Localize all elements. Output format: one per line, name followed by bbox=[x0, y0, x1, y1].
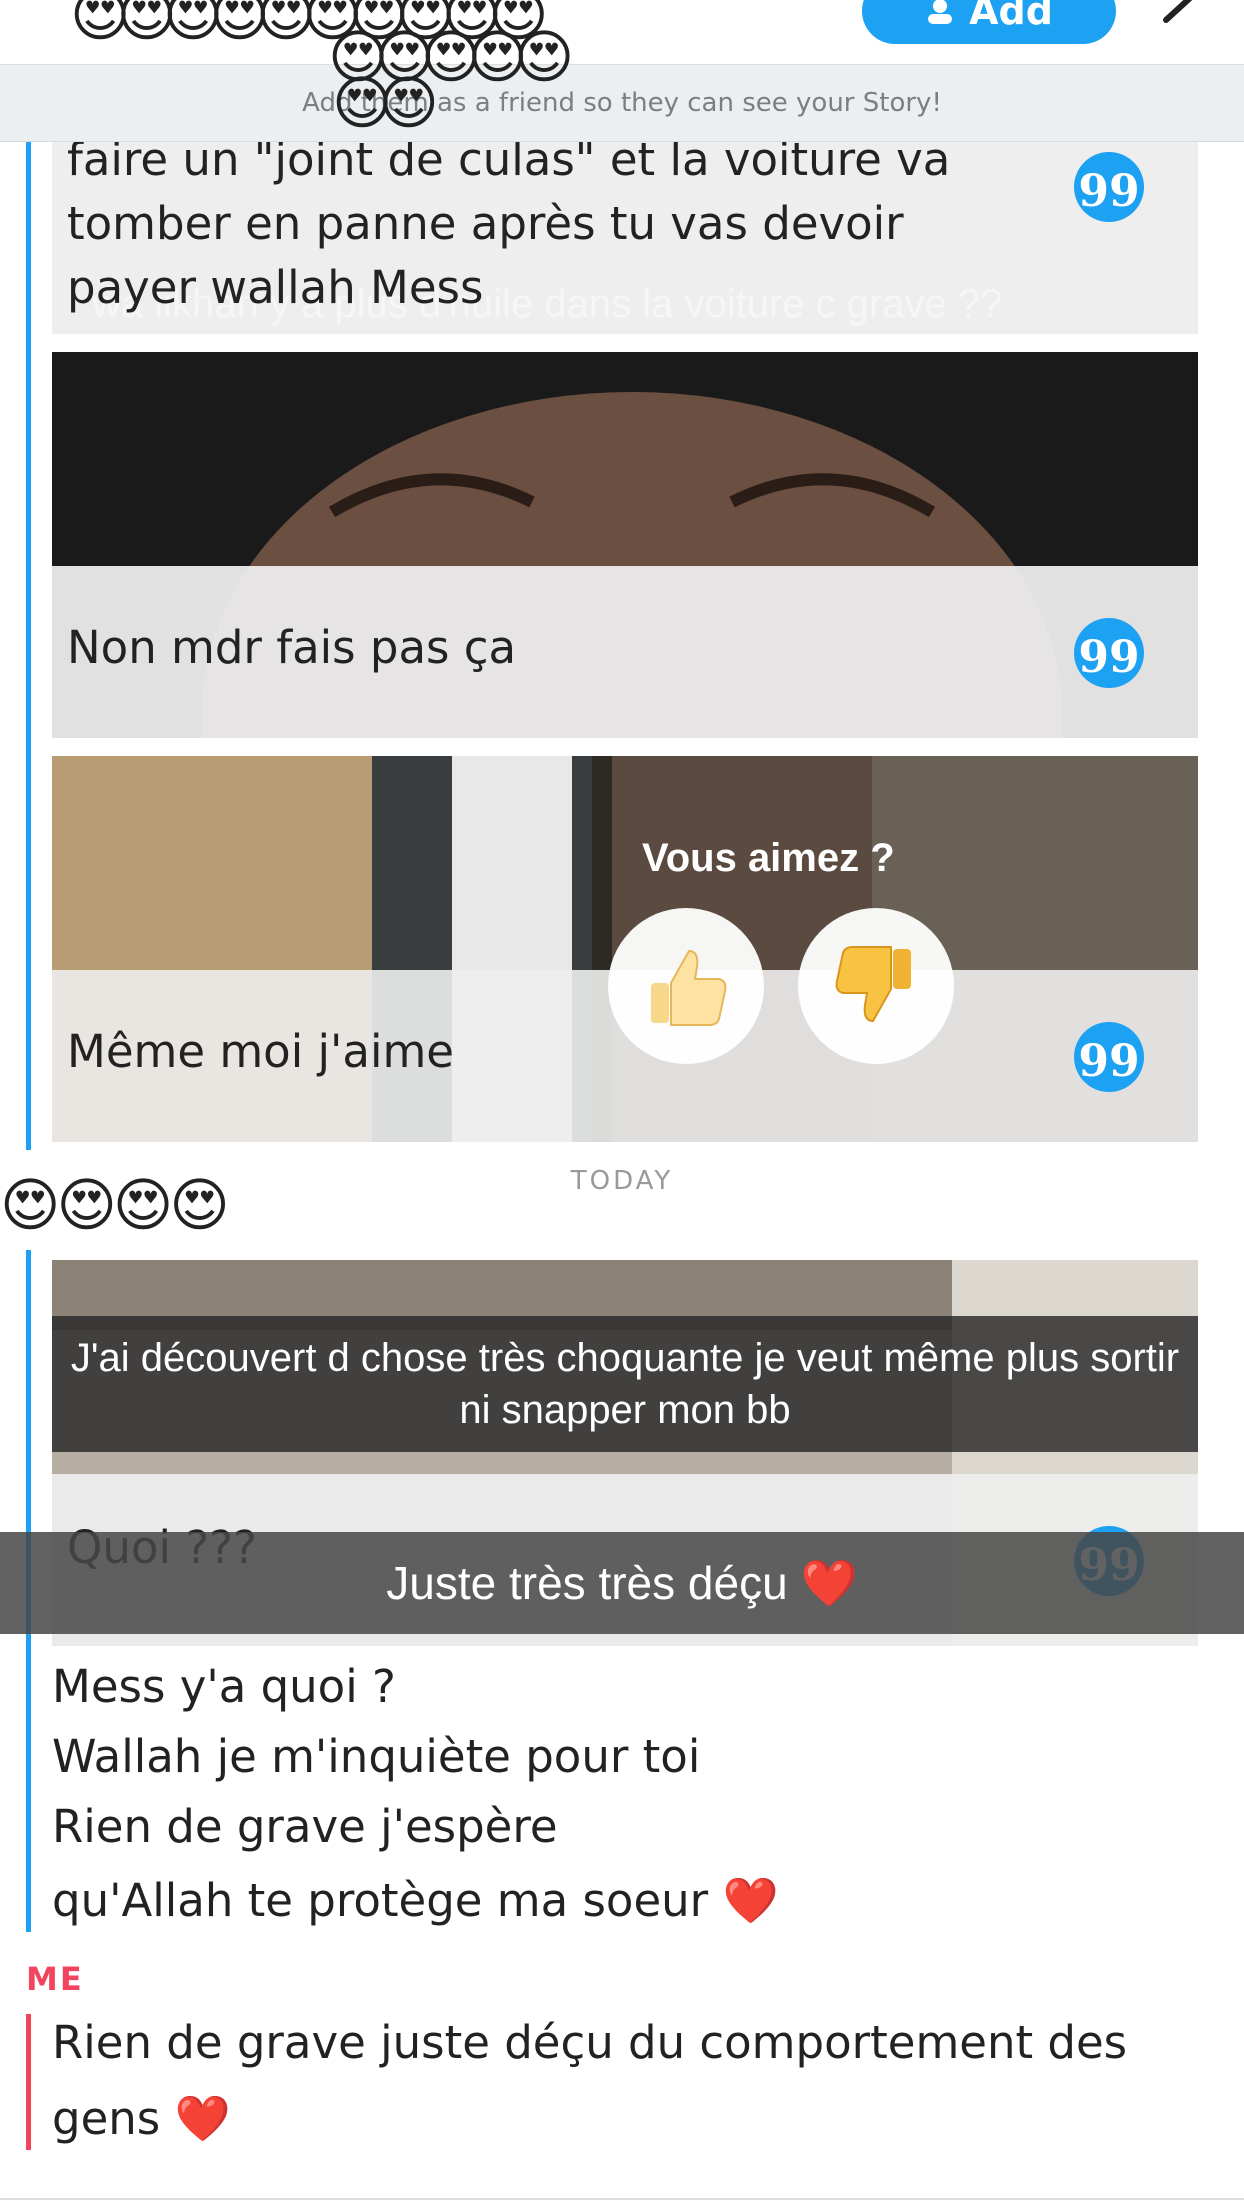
snap-caption: J'ai découvert d chose très choquante je… bbox=[52, 1316, 1198, 1452]
quote-reply-icon[interactable]: 99 bbox=[1074, 152, 1144, 222]
chat-message[interactable]: gens ❤️ bbox=[52, 2092, 231, 2145]
chevron-icon[interactable] bbox=[1160, 0, 1200, 30]
chat-message[interactable]: Mess y'a quoi ? bbox=[52, 1660, 396, 1713]
poll-question: Vous aimez ? bbox=[642, 836, 895, 880]
message-text: Non mdr fais pas ça bbox=[67, 621, 517, 674]
quote-reply-icon[interactable]: 99 bbox=[1074, 1022, 1144, 1092]
add-person-icon bbox=[928, 0, 953, 24]
chat-message[interactable]: Wallah je m'inquiète pour toi bbox=[52, 1730, 700, 1783]
add-friend-button[interactable]: Add bbox=[862, 0, 1116, 44]
add-button-label: Add bbox=[969, 0, 1053, 33]
story-notice: Add them as a friend so they can see you… bbox=[0, 65, 1244, 142]
divider bbox=[0, 2198, 1244, 2200]
snap-caption-text: J'ai découvert d chose très choquante je… bbox=[70, 1336, 1180, 1432]
thumbs-down-icon bbox=[835, 946, 911, 1023]
sticker-emoji-side: 😍😍😍😍 bbox=[0, 1171, 230, 1239]
story-caption-overlay: Juste très très déçu ❤️ bbox=[0, 1532, 1244, 1634]
chat-message-card[interactable]: Non mdr fais pas ça 99 bbox=[52, 352, 1198, 738]
me-thread-bar bbox=[26, 2014, 31, 2150]
chat-message-card[interactable]: wa likhan y a plus d'huile dans la voitu… bbox=[52, 142, 1198, 334]
chat-message[interactable]: Rien de grave j'espère bbox=[52, 1800, 558, 1853]
message-line: payer wallah Mess bbox=[67, 261, 484, 314]
thumbs-down-button[interactable] bbox=[798, 908, 954, 1064]
chat-message[interactable]: qu'Allah te protège ma soeur ❤️ bbox=[52, 1874, 779, 1927]
thumbs-up-icon bbox=[651, 949, 727, 1026]
chat-message[interactable]: Rien de grave juste déçu du comportement… bbox=[52, 2016, 1127, 2069]
chat-message-card[interactable]: Même moi j'aime 99 Vous aimez ? bbox=[52, 756, 1198, 1142]
sender-label-me: ME bbox=[26, 1960, 84, 1998]
message-bubble: Non mdr fais pas ça 99 bbox=[52, 566, 1198, 738]
partner-thread-bar bbox=[26, 142, 31, 1150]
sticker-emoji-row-3: 😍😍 bbox=[332, 69, 439, 137]
message-text: Même moi j'aime bbox=[67, 1025, 454, 1078]
quote-reply-icon[interactable]: 99 bbox=[1074, 618, 1144, 688]
message-line: faire un "joint de culas" et la voiture … bbox=[67, 142, 951, 186]
message-line: tomber en panne après tu vas devoir bbox=[67, 197, 904, 250]
thumbs-up-button[interactable] bbox=[608, 908, 764, 1064]
